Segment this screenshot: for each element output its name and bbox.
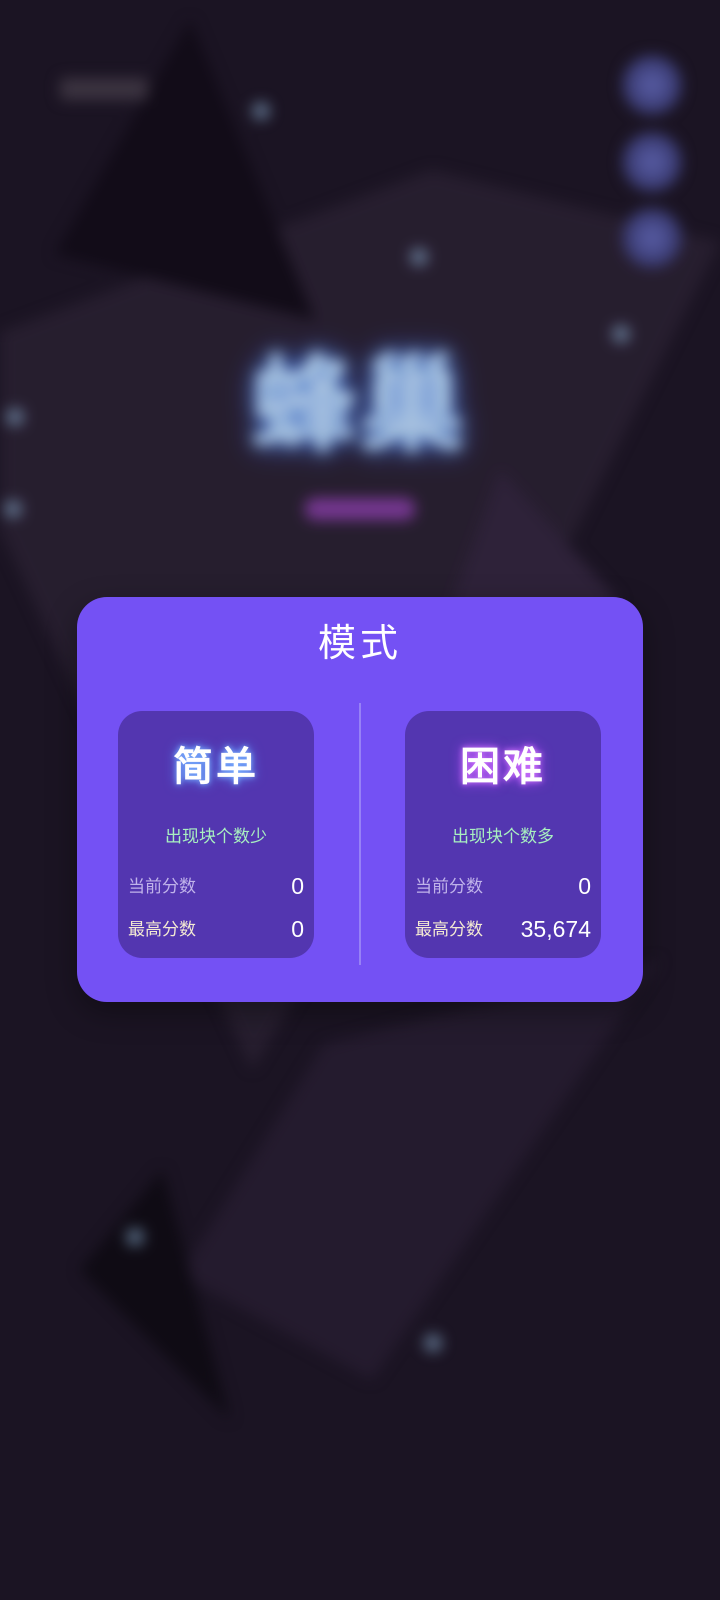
background-button-orb (622, 55, 682, 115)
current-score-label: 当前分数 (128, 877, 196, 897)
current-score-label: 当前分数 (415, 877, 483, 897)
best-score-row: 最高分数 35,674 (415, 914, 591, 944)
current-score-row: 当前分数 0 (128, 871, 304, 901)
mode-description: 出现块个数少 (165, 827, 267, 847)
best-score-label: 最高分数 (415, 920, 483, 940)
best-score-row: 最高分数 0 (128, 914, 304, 944)
mode-select-dialog: 模式 简单 出现块个数少 当前分数 0 最高分数 0 困难 出现块个数多 当前分… (77, 597, 643, 1002)
background-subtitle (305, 498, 415, 520)
background-shape (55, 20, 315, 320)
mode-easy-button[interactable]: 简单 出现块个数少 当前分数 0 最高分数 0 (118, 711, 314, 958)
mode-name: 困难 (460, 744, 546, 790)
current-score-row: 当前分数 0 (415, 871, 591, 901)
background-game-title: 蜂巢 (251, 344, 468, 466)
background-score-bar (60, 78, 148, 100)
background-spark (126, 1228, 144, 1246)
background-shape (80, 1170, 230, 1420)
background-spark (4, 500, 22, 518)
mode-description: 出现块个数多 (452, 827, 554, 847)
background-spark (424, 1334, 442, 1352)
background-spark (612, 325, 630, 343)
background-spark (6, 408, 24, 426)
mode-name: 简单 (173, 744, 259, 790)
background-spark (252, 102, 270, 120)
mode-hard-button[interactable]: 困难 出现块个数多 当前分数 0 最高分数 35,674 (405, 711, 601, 958)
background-spark (410, 248, 428, 266)
current-score-value: 0 (291, 873, 304, 899)
background-button-orb (622, 208, 682, 268)
best-score-label: 最高分数 (128, 920, 196, 940)
divider (359, 703, 361, 965)
best-score-value: 35,674 (520, 916, 591, 942)
background-button-orb (622, 132, 682, 192)
game-screen: 蜂巢 模式 简单 出现块个数少 当前分数 0 最高分数 0 困难 出现块个数多 … (0, 0, 720, 1600)
best-score-value: 0 (291, 916, 304, 942)
dialog-title: 模式 (317, 621, 402, 665)
current-score-value: 0 (578, 873, 591, 899)
